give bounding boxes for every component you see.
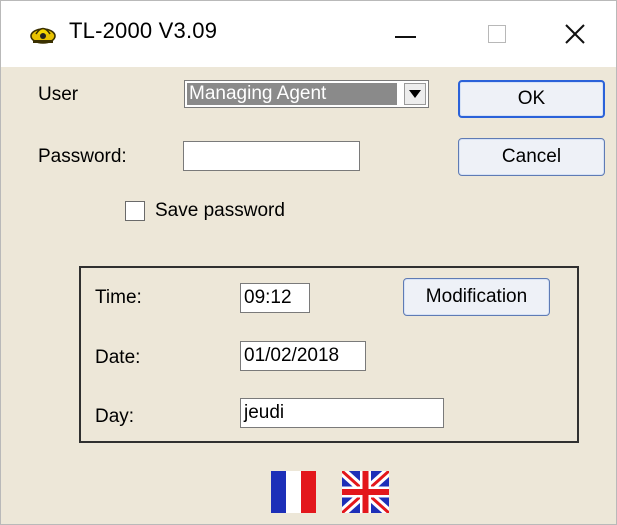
save-password-label[interactable]: Save password [155, 200, 285, 222]
save-password-checkbox[interactable] [125, 201, 145, 221]
user-select-value: Managing Agent [187, 83, 397, 105]
date-label: Date: [95, 347, 141, 368]
time-field[interactable]: 09:12 [240, 283, 310, 313]
minimize-button[interactable] [359, 1, 451, 67]
window-title: TL-2000 V3.09 [69, 18, 218, 43]
title-bar[interactable]: TL-2000 V3.09 [1, 1, 616, 67]
app-icon [30, 27, 56, 44]
user-select[interactable]: Managing Agent [184, 80, 429, 108]
flag-stripe-red [301, 471, 316, 513]
date-field[interactable]: 01/02/2018 [240, 341, 366, 371]
day-field[interactable]: jeudi [240, 398, 444, 428]
cancel-button[interactable]: Cancel [458, 138, 605, 176]
login-window: TL-2000 V3.09 User Managing Agent OK Pas… [0, 0, 617, 525]
modification-button[interactable]: Modification [403, 278, 550, 316]
french-flag-icon[interactable] [271, 471, 316, 513]
flag-stripe-blue [271, 471, 286, 513]
time-label: Time: [95, 287, 142, 308]
day-label: Day: [95, 406, 135, 427]
maximize-icon [488, 25, 506, 43]
password-label: Password: [38, 146, 127, 167]
close-button[interactable] [533, 1, 616, 67]
flag-stripe-white [286, 471, 301, 513]
ok-button[interactable]: OK [458, 80, 605, 118]
minimize-icon [394, 36, 416, 38]
dropdown-button[interactable] [404, 83, 426, 105]
maximize-button[interactable] [451, 1, 543, 67]
uk-flag-icon[interactable] [342, 471, 389, 513]
user-label: User [38, 84, 79, 105]
chevron-down-icon [409, 90, 421, 98]
password-field[interactable] [183, 141, 360, 171]
close-icon [564, 24, 585, 44]
